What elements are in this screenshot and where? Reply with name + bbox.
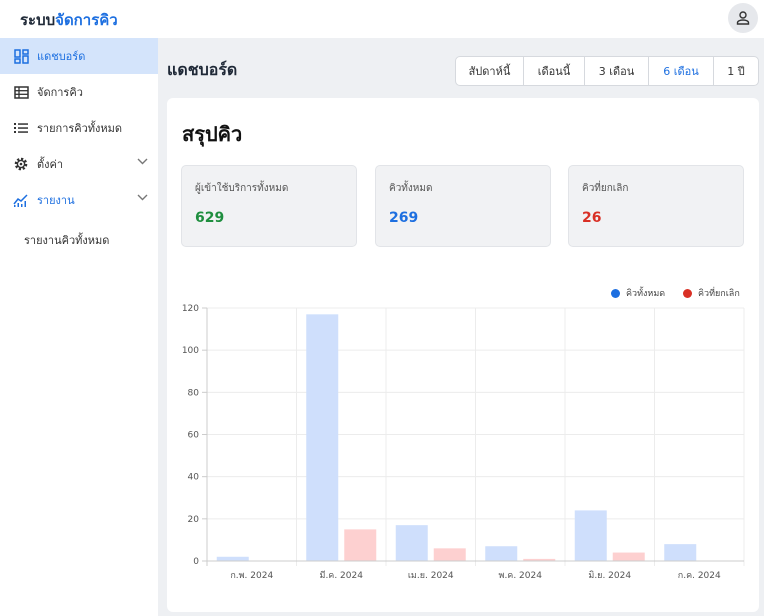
bar-total [216,556,249,561]
chevron-down-icon[interactable] [137,194,148,201]
sidebar-item-manage-queue[interactable]: จัดการคิว [0,74,158,110]
sidebar-item-settings[interactable]: ตั้งค่า [0,146,158,182]
user-icon [736,11,750,25]
y-tick-label: 120 [182,304,199,314]
gear-icon [13,156,29,172]
x-tick-label: พ.ค. 2024 [499,571,543,581]
table-icon [13,84,29,100]
range-button-this-week[interactable]: สัปดาห์นี้ [456,57,524,85]
date-range-selector: สัปดาห์นี้ เดือนนี้ 3 เดือน 6 เดือน 1 ปี [455,56,759,86]
y-tick-label: 0 [193,557,199,567]
y-tick-label: 20 [188,515,200,525]
brand-prefix: ระบบ [20,11,56,29]
sidebar-item-reports[interactable]: รายงาน [0,182,158,218]
bar-total [485,546,518,561]
range-button-6-months[interactable]: 6 เดือน [649,57,714,85]
bar-cancelled [344,529,377,561]
sidebar-item-label: รายการคิวทั้งหมด [37,122,123,135]
list-icon [13,120,29,136]
queue-bar-chart: 0 20 40 60 80 100 120 ก.พ. 2024 มี.ค. 2024 เม.ย. … [182,304,745,581]
sidebar-item-label: แดชบอร์ด [37,50,86,63]
bar-total [574,510,607,561]
y-tick-label: 80 [188,388,200,398]
y-tick-label: 100 [182,346,199,356]
bar-total [306,314,339,561]
x-tick-label: มี.ค. 2024 [320,570,364,581]
bar-cancelled [612,552,645,561]
bar-cancelled [433,548,466,561]
sidebar-item-dashboard[interactable]: แดชบอร์ด [0,38,158,74]
chevron-down-icon[interactable] [137,158,148,165]
range-button-this-month[interactable]: เดือนนี้ [524,57,585,85]
y-tick-label: 40 [188,473,200,483]
top-bar: ระบบจัดการคิว [0,0,764,38]
bar-total [395,525,428,561]
dashboard-icon [13,48,29,64]
page-title: แดชบอร์ด [167,60,238,79]
x-tick-label: ก.ค. 2024 [678,571,721,581]
sidebar-item-label: จัดการคิว [37,86,83,99]
report-chart-icon [13,192,29,208]
brand-accent: จัดการคิว [55,11,118,29]
app-brand[interactable]: ระบบจัดการคิว [20,8,118,32]
bar-total [664,544,697,561]
user-menu-button[interactable] [728,3,758,33]
range-button-3-months[interactable]: 3 เดือน [585,57,649,85]
sidebar: แดชบอร์ด จัดการคิว รายการคิวทั้งหมด ตั้ง… [0,38,158,616]
y-tick-label: 60 [188,431,200,441]
summary-card: สรุปคิว ผู้เข้าใช้บริการทั้งหมด 629 คิวท… [167,98,759,612]
sidebar-item-label: รายงาน [37,194,75,207]
x-tick-label: เม.ย. 2024 [408,571,454,581]
sidebar-item-label: ตั้งค่า [37,158,64,171]
x-tick-label: มิ.ย. 2024 [588,570,631,581]
x-tick-label: ก.พ. 2024 [230,571,273,581]
sidebar-item-all-queues[interactable]: รายการคิวทั้งหมด [0,110,158,146]
sidebar-subitem-all-queue-report[interactable]: รายงานคิวทั้งหมด [24,231,109,249]
range-button-1-year[interactable]: 1 ปี [714,57,758,85]
